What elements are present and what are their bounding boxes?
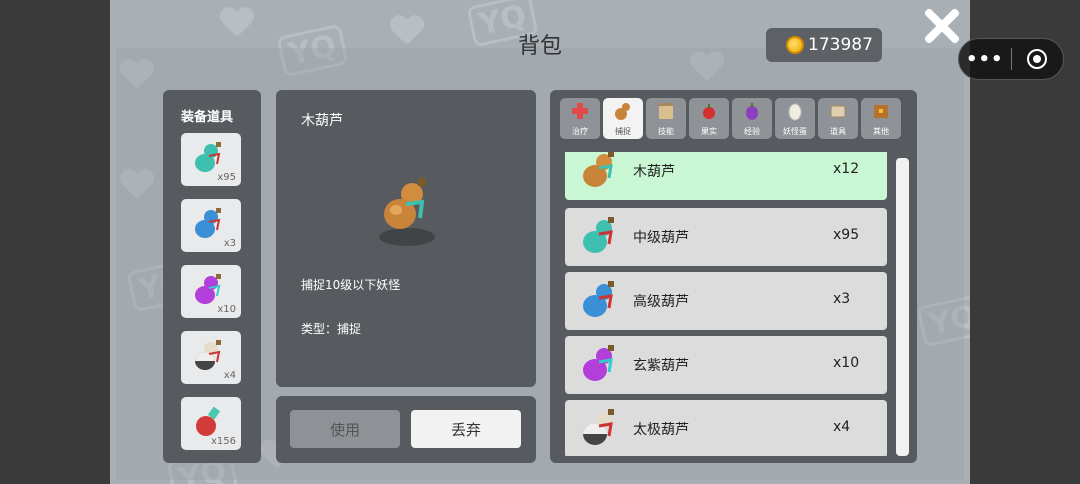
wooden-gourd-icon <box>384 178 426 229</box>
item-list[interactable]: 木葫芦 x12 中级葫芦 x95 高级葫芦 x3 玄紫葫芦 x10 太极葫芦 x… <box>565 152 888 456</box>
high-gourd-icon <box>583 281 614 317</box>
equip-slot-3[interactable]: x10 <box>181 265 241 318</box>
taiji-gourd-icon <box>583 409 614 445</box>
action-panel: 使用 丢弃 <box>276 396 536 463</box>
close-icon[interactable] <box>922 6 962 46</box>
tab-props[interactable]: 道具 <box>818 98 858 139</box>
coin-amount: 173987 <box>808 35 873 55</box>
category-tabs: 治疗 捕捉 技能 果实 经验 妖怪蛋 道具 其他 <box>560 98 901 140</box>
item-description: 捕捉10级以下妖怪 <box>301 278 401 292</box>
use-button[interactable]: 使用 <box>290 410 400 448</box>
item-count: x3 <box>833 291 851 307</box>
item-name: 高级葫芦 <box>633 294 689 310</box>
list-item[interactable]: 太极葫芦 x4 <box>565 400 887 456</box>
equipment-title: 装备道具 <box>181 110 234 125</box>
more-button[interactable]: ••• <box>959 49 1011 70</box>
item-count: x4 <box>833 419 851 435</box>
tab-fruit[interactable]: 果实 <box>689 98 729 139</box>
list-item[interactable]: 中级葫芦 x95 <box>565 208 887 266</box>
item-name: 中级葫芦 <box>633 230 689 246</box>
tab-capture[interactable]: 捕捉 <box>603 98 643 139</box>
item-name: 玄紫葫芦 <box>633 358 689 374</box>
slot-count: x4 <box>223 370 236 381</box>
bag-icon <box>830 105 846 118</box>
game-screen: YQ YQ YQ YQ YQ 背包 173987 装备道具 x95 x3 <box>110 0 970 484</box>
high-gourd-icon <box>195 208 221 238</box>
item-type: 类型：捕捉 <box>301 322 362 336</box>
list-scrollbar[interactable] <box>896 158 909 456</box>
scroll-icon <box>659 103 673 119</box>
item-name: 木葫芦 <box>633 164 675 180</box>
red-cross-icon <box>572 103 588 119</box>
list-item[interactable]: 玄紫葫芦 x10 <box>565 336 887 394</box>
close-miniprogram-button[interactable] <box>1011 49 1063 69</box>
item-list-panel: 治疗 捕捉 技能 果实 经验 妖怪蛋 道具 其他 木葫芦 x12 中级葫芦 x9… <box>550 90 917 463</box>
gourd-icon <box>615 103 630 120</box>
list-item[interactable]: 木葫芦 x12 <box>565 152 887 200</box>
tab-other[interactable]: 其他 <box>861 98 901 139</box>
target-icon <box>1027 49 1048 69</box>
equip-slot-5[interactable]: x156 <box>181 397 241 450</box>
tab-heal[interactable]: 治疗 <box>560 98 600 139</box>
item-count: x95 <box>833 227 860 243</box>
chest-icon <box>874 105 888 118</box>
grape-icon <box>746 103 758 120</box>
slot-count: x156 <box>210 436 236 447</box>
item-name: 太极葫芦 <box>633 422 689 438</box>
purple-gourd-icon <box>583 345 614 381</box>
mid-gourd-icon <box>583 217 614 253</box>
tab-skill[interactable]: 技能 <box>646 98 686 139</box>
miniprogram-capsule: ••• <box>958 38 1064 80</box>
item-count: x12 <box>833 161 860 177</box>
tab-exp[interactable]: 经验 <box>732 98 772 139</box>
purple-gourd-icon <box>195 274 221 304</box>
slot-count: x10 <box>217 304 236 315</box>
equipment-panel: 装备道具 x95 x3 x10 x4 x156 <box>163 90 261 463</box>
red-potion-icon <box>196 406 221 436</box>
item-detail-panel: 木葫芦 捕捉10级以下妖怪 类型：捕捉 <box>276 90 536 387</box>
coin-counter: 173987 <box>766 28 882 62</box>
equip-slot-4[interactable]: x4 <box>181 331 241 384</box>
wooden-gourd-icon <box>583 152 614 187</box>
equip-slot-1[interactable]: x95 <box>181 133 241 186</box>
equip-slot-2[interactable]: x3 <box>181 199 241 252</box>
egg-icon <box>788 103 802 121</box>
slot-count: x95 <box>217 172 236 183</box>
tab-monster-egg[interactable]: 妖怪蛋 <box>775 98 815 139</box>
item-count: x10 <box>833 355 860 371</box>
apple-icon <box>703 104 715 119</box>
mid-gourd-icon <box>195 142 221 172</box>
slot-count: x3 <box>223 238 236 249</box>
item-name: 木葫芦 <box>301 113 343 129</box>
taiji-gourd-icon <box>195 340 221 370</box>
list-item[interactable]: 高级葫芦 x3 <box>565 272 887 330</box>
coin-icon <box>786 36 804 54</box>
drop-button[interactable]: 丢弃 <box>411 410 521 448</box>
